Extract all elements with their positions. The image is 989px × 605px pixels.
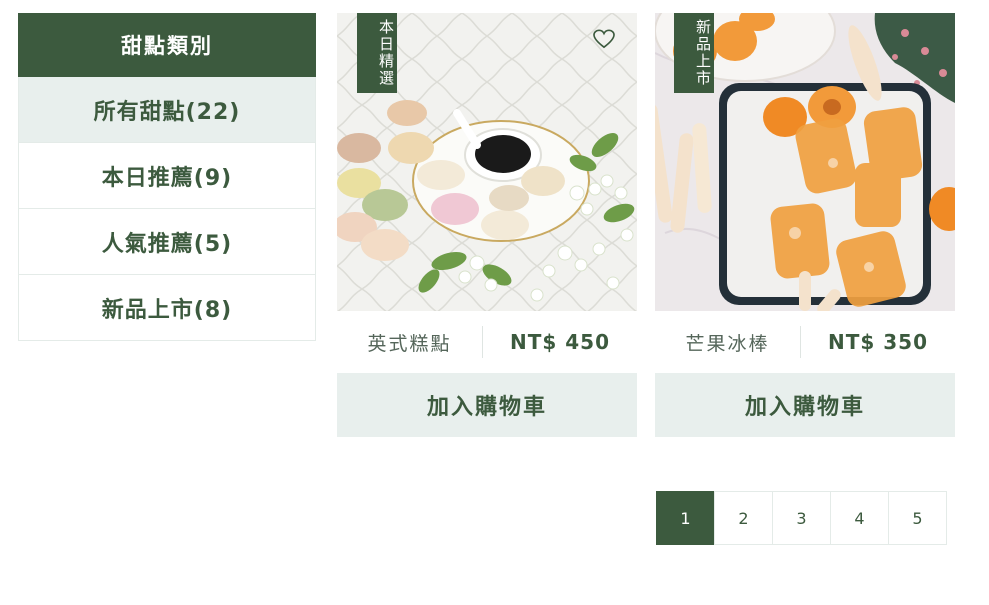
product-image[interactable]: 本日精選: [337, 13, 637, 311]
page-4-button[interactable]: 4: [830, 491, 889, 545]
category-sidebar: 甜點類別 所有甜點(22) 本日推薦(9) 人氣推薦(5) 新品上市(8): [18, 13, 316, 341]
page-3-button[interactable]: 3: [772, 491, 831, 545]
page-2-button[interactable]: 2: [714, 491, 773, 545]
product-badge: 本日精選: [357, 13, 397, 93]
product-info: 芒果冰棒 NT$ 350: [655, 311, 955, 373]
page-1-button[interactable]: 1: [656, 491, 715, 545]
product-badge: 新品上市: [674, 13, 714, 93]
product-name: 英式糕點: [367, 332, 452, 355]
pagination: 1 2 3 4 5: [656, 491, 947, 545]
product-name: 芒果冰棒: [685, 332, 770, 355]
product-info: 英式糕點 NT$ 450: [337, 311, 637, 373]
sidebar-item-today[interactable]: 本日推薦(9): [18, 143, 316, 209]
sidebar-title: 甜點類別: [18, 13, 316, 77]
product-card: 本日精選 英式糕點 NT$ 450 加入購物車: [337, 13, 637, 437]
product-price: NT$ 350: [827, 330, 928, 354]
heart-icon[interactable]: [593, 29, 615, 49]
product-card: 新品上市 芒果冰棒 NT$ 350 加入購物車: [655, 13, 955, 437]
product-price: NT$ 450: [509, 330, 610, 354]
sidebar-item-new[interactable]: 新品上市(8): [18, 275, 316, 341]
sidebar-item-all[interactable]: 所有甜點(22): [18, 77, 316, 143]
add-to-cart-button[interactable]: 加入購物車: [655, 373, 955, 437]
sidebar-item-popular[interactable]: 人氣推薦(5): [18, 209, 316, 275]
product-image[interactable]: 新品上市: [655, 13, 955, 311]
add-to-cart-button[interactable]: 加入購物車: [337, 373, 637, 437]
page-5-button[interactable]: 5: [888, 491, 947, 545]
